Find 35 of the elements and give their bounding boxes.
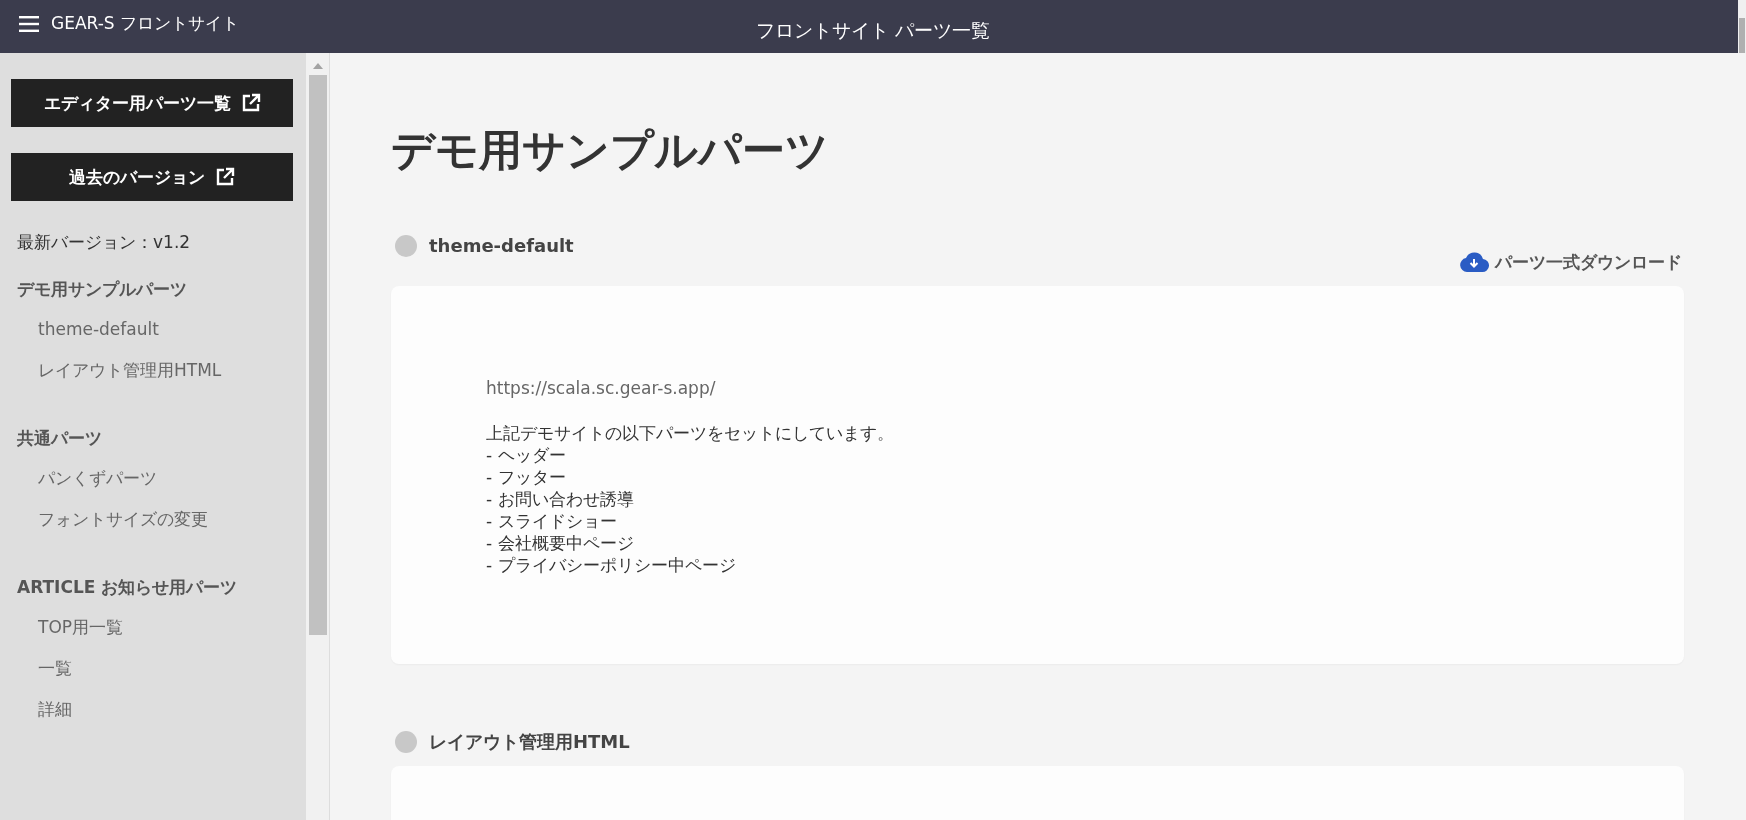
list-line: - ヘッダー [486,443,566,466]
page-heading: デモ用サンプルパーツ [391,125,830,177]
version-label: 最新バージョン：v1.2 [16,231,192,254]
nav-link[interactable]: フォントサイズの変更 [11,499,208,540]
external-link-icon [215,167,235,187]
external-link-icon [240,93,261,113]
link-button[interactable]: 過去のバージョン [11,153,293,201]
url-link[interactable]: https://scala.sc.gear-s.app/ [486,377,716,398]
nav-link[interactable]: 一覧 [11,648,72,689]
link-button[interactable]: エディター用パーツ一覧 [11,79,293,127]
nav-heading: デモ用サンプルパーツ [16,278,187,301]
section-title: theme-default [429,235,574,257]
menu-icon[interactable] [19,15,39,32]
bullet-dot [395,234,417,257]
cloud-download-icon [1459,251,1489,274]
list-line: - スライドショー [486,509,617,532]
nav-link[interactable]: パンくずパーツ [11,458,157,499]
nav-heading: ARTICLE お知らせ用パーツ [16,576,238,599]
list-line: - フッター [486,465,566,488]
page-scrollbar[interactable] [1738,0,1746,53]
nav-link[interactable]: レイアウト管理用HTML [11,350,222,391]
site-title: GEAR-S フロントサイト [51,12,239,35]
description-text: 上記デモサイトの以下パーツをセットにしています。 [486,421,894,444]
sidebar-scrollbar[interactable] [306,53,330,820]
list-line: - 会社概要中ページ [486,531,634,554]
nav-heading: 共通パーツ [16,427,102,450]
bullet-dot [395,730,417,753]
download-link[interactable]: パーツ一式ダウンロード [1459,250,1682,274]
nav-link[interactable]: 詳細 [11,689,72,730]
section-title: レイアウト管理用HTML [429,729,630,754]
nav-link[interactable]: TOP用一覧 [11,607,124,648]
page-title: フロントサイト パーツ一覧 [754,18,991,43]
nav-link[interactable]: theme-default [11,309,159,350]
list-line: - お問い合わせ誘導 [486,487,634,510]
list-line: - プライバシーポリシー中ページ [486,553,736,576]
